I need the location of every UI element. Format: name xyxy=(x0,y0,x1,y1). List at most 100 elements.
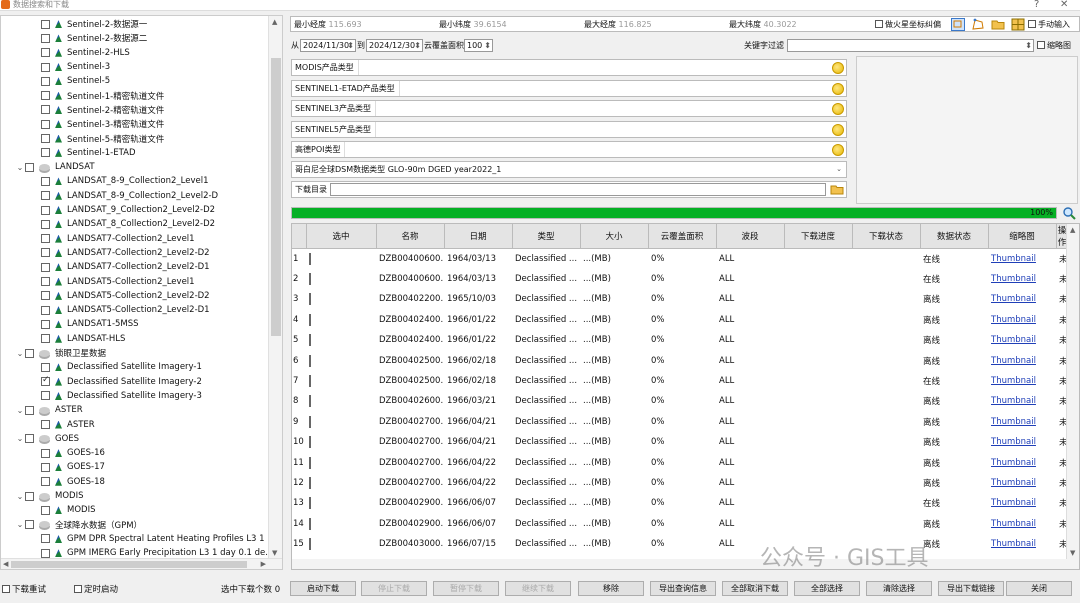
column-header[interactable]: 类型 xyxy=(512,224,581,249)
tree-checkbox[interactable] xyxy=(41,375,50,387)
tree-group[interactable]: ⌄ 锁眼卫星数据 xyxy=(1,346,106,360)
table-row[interactable]: 4 DZB00402400... 1966/01/22 Declassified ..… xyxy=(292,309,1068,331)
row-checkbox[interactable] xyxy=(309,293,311,306)
tree-vertical-scrollbar[interactable]: ▲ ▼ xyxy=(268,16,282,569)
tree-checkbox[interactable] xyxy=(41,534,50,544)
table-row[interactable]: 1 DZB00400600... 1964/03/13 Declassified ..… xyxy=(292,248,1068,270)
tree-checkbox[interactable] xyxy=(25,348,34,358)
tree-item[interactable]: GPM DPR Spectral Latent Heating Profiles… xyxy=(1,532,275,546)
draw-polygon-icon[interactable] xyxy=(971,18,985,31)
action-button[interactable]: 导出查询信息 xyxy=(650,581,716,596)
column-header[interactable]: 下载进度 xyxy=(784,224,853,249)
table-row[interactable]: 3 DZB00402200... 1965/10/03 Declassified ..… xyxy=(292,289,1068,311)
row-checkbox[interactable] xyxy=(309,395,311,408)
timer-checkbox[interactable]: 定时启动 xyxy=(74,583,118,595)
column-header[interactable]: 缩略图 xyxy=(988,224,1057,249)
thumbnail-link[interactable]: Thumbnail xyxy=(991,315,1036,325)
tree-item[interactable]: Declassified Satellite Imagery-1 xyxy=(1,360,202,374)
table-vertical-scrollbar[interactable]: ▲ ▼ xyxy=(1066,224,1079,569)
from-date-picker[interactable]: 2024/11/30 xyxy=(300,39,356,52)
table-row[interactable]: 5 DZB00402400... 1966/01/22 Declassified ..… xyxy=(292,330,1068,351)
dem-type-select[interactable]: 哥白尼全球DSM数据类型 GLO-90m DGED year2022_1 ⌄ xyxy=(291,161,847,178)
tree-group[interactable]: ⌄ MODIS xyxy=(1,489,84,503)
thumbnail-link[interactable]: Thumbnail xyxy=(991,396,1036,406)
table-row[interactable]: 6 DZB00402500... 1966/02/18 Declassified ..… xyxy=(292,350,1068,372)
product-type-row[interactable]: SENTINEL3产品类型 xyxy=(291,100,847,117)
table-row[interactable]: 9 DZB00402700... 1966/04/21 Declassified ..… xyxy=(292,411,1068,433)
tree-checkbox[interactable] xyxy=(41,105,50,115)
tree-checkbox[interactable] xyxy=(41,391,50,401)
select-product-icon[interactable] xyxy=(832,62,844,74)
tree-item[interactable]: GOES-17 xyxy=(1,460,105,474)
tree-checkbox[interactable] xyxy=(41,319,50,329)
keyword-input[interactable] xyxy=(787,39,1034,52)
tree-group[interactable]: ⌄ ASTER xyxy=(1,403,83,417)
action-button[interactable]: 移除 xyxy=(578,581,644,596)
expand-chevron-icon[interactable]: ⌄ xyxy=(15,492,25,501)
action-button[interactable]: 导出下载链接 xyxy=(938,581,1004,596)
to-date-picker[interactable]: 2024/12/30 xyxy=(366,39,423,52)
tree-checkbox[interactable] xyxy=(41,448,50,458)
tree-checkbox[interactable] xyxy=(41,277,50,287)
mars-correction-checkbox[interactable]: 做火星坐标纠偏 xyxy=(875,19,941,30)
select-product-icon[interactable] xyxy=(832,82,844,95)
tree-item[interactable]: LANDSAT1-5MSS xyxy=(1,317,139,331)
tree-checkbox[interactable] xyxy=(41,262,50,272)
tree-item[interactable]: LANDSAT_9_Collection2_Level2-D2 xyxy=(1,203,215,217)
grid-icon[interactable] xyxy=(1011,18,1025,31)
action-button[interactable]: 全部选择 xyxy=(794,581,860,596)
table-row[interactable]: 2 DZB00400600... 1964/03/13 Declassified ..… xyxy=(292,268,1068,290)
tree-item[interactable]: Sentinel-3-精密轨道文件 xyxy=(1,117,164,131)
thumbnail-link[interactable]: Thumbnail xyxy=(991,437,1036,447)
select-product-icon[interactable] xyxy=(832,103,844,115)
tree-checkbox[interactable] xyxy=(41,19,50,29)
column-header[interactable]: 名称 xyxy=(376,224,445,249)
table-row[interactable]: 8 DZB00402600... 1966/03/21 Declassified ..… xyxy=(292,391,1068,413)
table-row[interactable]: 15 DZB00403000... 1966/07/15 Declassified .… xyxy=(292,533,1068,555)
cloud-cover-stepper[interactable]: 100 xyxy=(464,39,493,52)
row-checkbox[interactable] xyxy=(309,313,311,326)
table-row[interactable]: 10 DZB00402700... 1966/04/21 Declassified .… xyxy=(292,432,1068,453)
tree-item[interactable]: MODIS xyxy=(1,503,95,517)
expand-chevron-icon[interactable]: ⌄ xyxy=(15,434,25,443)
table-row[interactable]: 13 DZB00402900... 1966/06/07 Declassified .… xyxy=(292,493,1068,515)
column-header[interactable]: 日期 xyxy=(444,224,513,249)
thumbnail-link[interactable]: Thumbnail xyxy=(991,376,1036,386)
tree-checkbox[interactable] xyxy=(41,248,50,258)
column-header[interactable]: 大小 xyxy=(580,224,649,249)
expand-chevron-icon[interactable]: ⌄ xyxy=(15,406,25,415)
tree-item[interactable]: LANDSAT-HLS xyxy=(1,332,125,346)
tree-checkbox[interactable] xyxy=(41,205,50,215)
tree-item[interactable]: GOES-16 xyxy=(1,446,105,460)
thumbnail-checkbox[interactable]: 缩略图 xyxy=(1037,40,1071,51)
tree-item[interactable]: Sentinel-5-精密轨道文件 xyxy=(1,131,164,145)
thumbnail-link[interactable]: Thumbnail xyxy=(991,417,1036,427)
thumbnail-link[interactable]: Thumbnail xyxy=(991,356,1036,366)
action-button[interactable]: 清除选择 xyxy=(866,581,932,596)
row-checkbox[interactable] xyxy=(309,375,311,388)
action-button[interactable]: 启动下载 xyxy=(290,581,356,596)
row-checkbox[interactable] xyxy=(309,334,311,347)
tree-checkbox[interactable] xyxy=(41,148,50,158)
tree-checkbox[interactable] xyxy=(41,91,50,101)
table-row[interactable]: 7 DZB00402500... 1966/02/18 Declassified ..… xyxy=(292,370,1068,392)
tree-item[interactable]: Sentinel-1-精密轨道文件 xyxy=(1,89,164,103)
tree-item[interactable]: LANDSAT7-Collection2_Level2-D1 xyxy=(1,260,210,274)
tree-checkbox[interactable] xyxy=(41,334,50,344)
tree-item[interactable]: LANDSAT7-Collection2_Level2-D2 xyxy=(1,246,210,260)
tree-checkbox[interactable] xyxy=(41,548,50,558)
folder-icon[interactable] xyxy=(991,18,1005,31)
tree-checkbox[interactable] xyxy=(41,76,50,86)
table-row[interactable]: 12 DZB00402700... 1966/04/22 Declassified .… xyxy=(292,472,1068,494)
tree-item[interactable]: LANDSAT5-Collection2_Level2-D2 xyxy=(1,289,210,303)
tree-item[interactable]: Declassified Satellite Imagery-2 xyxy=(1,375,202,389)
row-checkbox[interactable] xyxy=(309,273,311,286)
tree-item[interactable]: LANDSAT_8-9_Collection2_Level1 xyxy=(1,174,208,188)
retry-checkbox[interactable]: 下载重试 xyxy=(2,583,46,595)
thumbnail-link[interactable]: Thumbnail xyxy=(991,274,1036,284)
manual-input-checkbox[interactable]: 手动输入 xyxy=(1028,19,1070,30)
search-icon[interactable] xyxy=(1062,206,1077,220)
tree-checkbox[interactable] xyxy=(41,191,50,201)
tree-item[interactable]: Sentinel-2-HLS xyxy=(1,46,130,60)
tree-checkbox[interactable] xyxy=(41,477,50,487)
